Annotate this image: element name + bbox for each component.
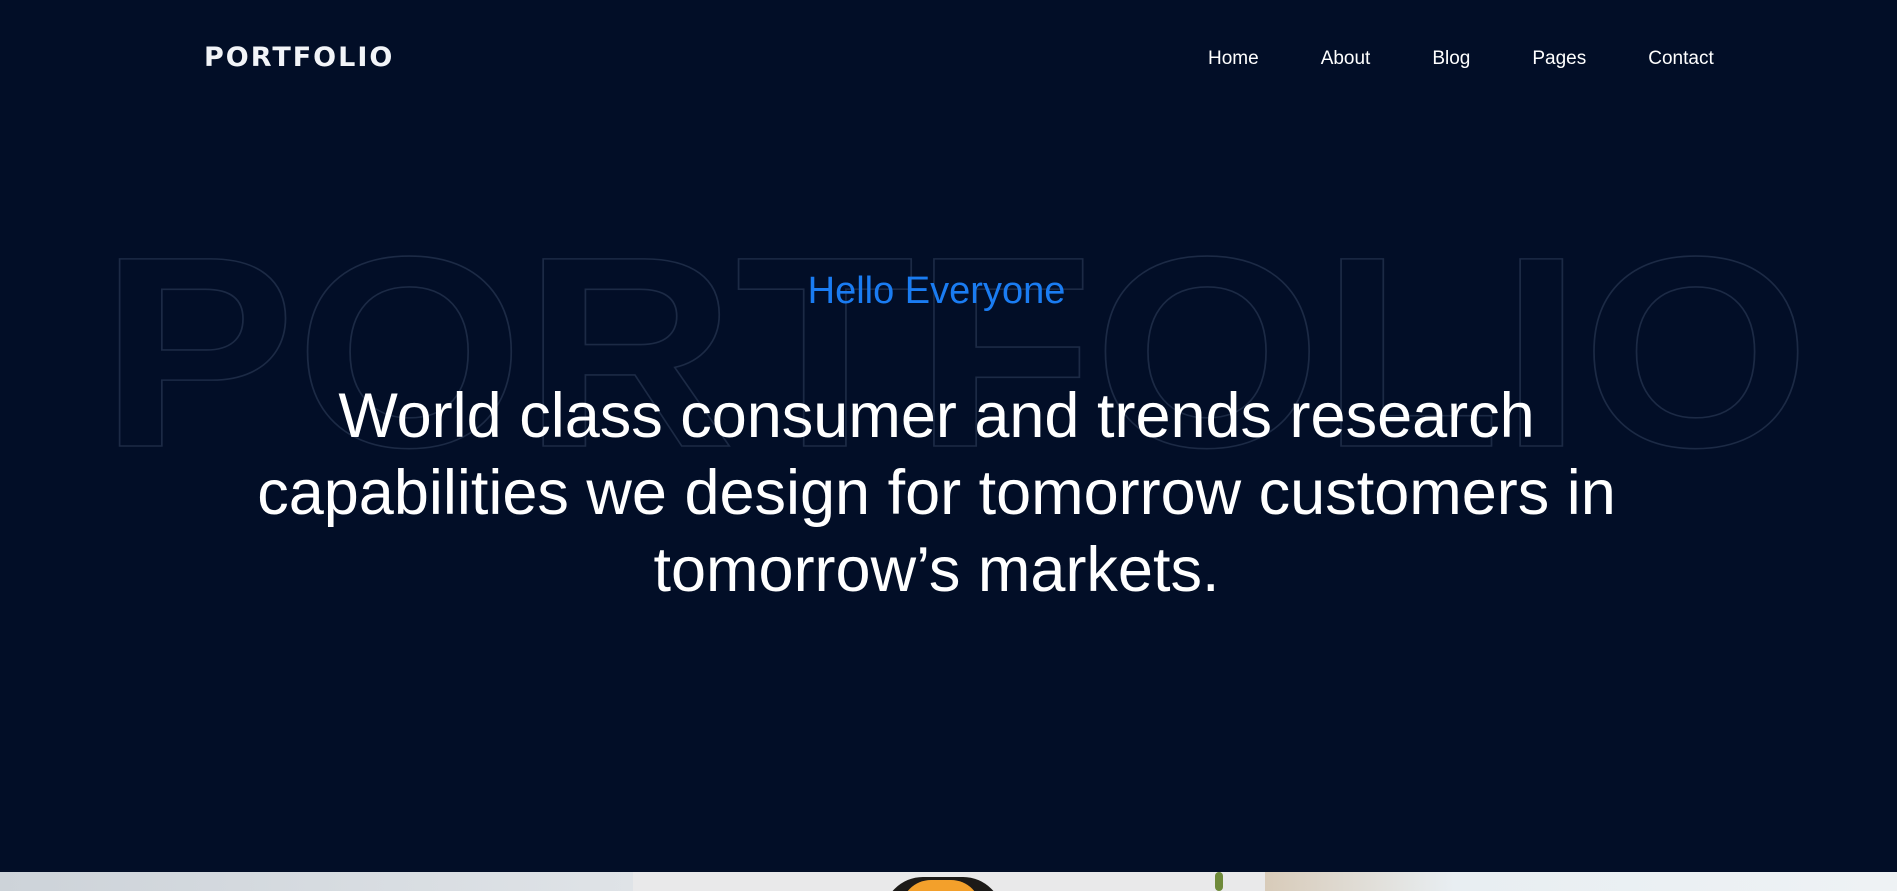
gallery-image[interactable]	[633, 872, 1265, 891]
hero-eyebrow: Hello Everyone	[807, 270, 1066, 312]
gallery-image[interactable]	[1265, 872, 1897, 891]
logo[interactable]: PORTFOLIO	[204, 42, 394, 73]
site-header: PORTFOLIO Home About Blog Pages Contact	[0, 0, 1897, 120]
main-nav: Home About Blog Pages Contact	[1208, 48, 1714, 70]
nav-blog[interactable]: Blog	[1432, 48, 1470, 70]
nav-pages[interactable]: Pages	[1532, 48, 1586, 70]
project-gallery	[0, 872, 1897, 891]
nav-about[interactable]: About	[1321, 48, 1371, 70]
gallery-image[interactable]	[0, 872, 633, 891]
nav-contact[interactable]: Contact	[1648, 48, 1713, 70]
hero-headline: World class consumer and trends research…	[257, 381, 1616, 605]
nav-home[interactable]: Home	[1208, 48, 1259, 70]
